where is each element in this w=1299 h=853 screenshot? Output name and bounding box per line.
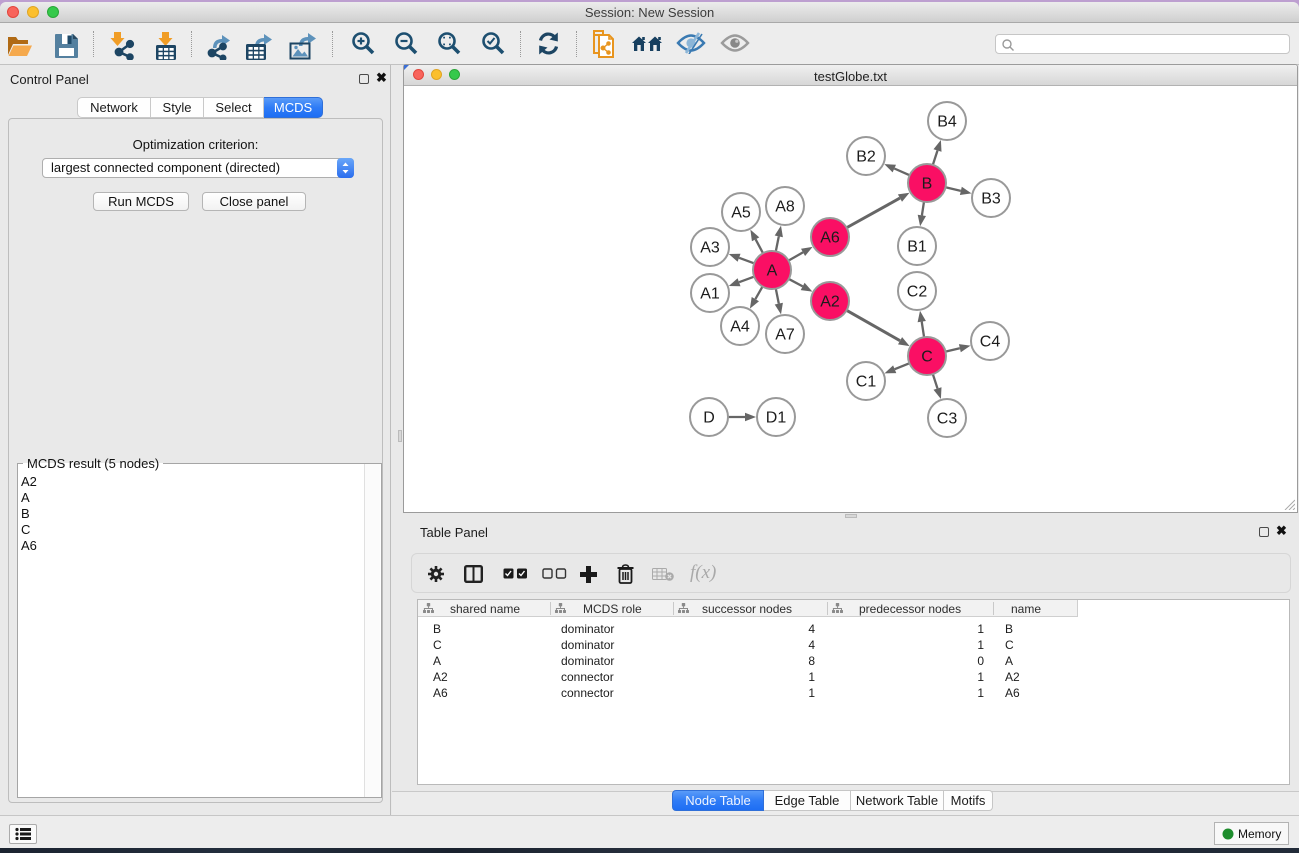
svg-text:B2: B2 [856, 149, 876, 166]
svg-text:B3: B3 [981, 191, 1001, 208]
svg-text:A8: A8 [775, 199, 795, 216]
svg-text:B1: B1 [907, 239, 927, 256]
svg-text:A: A [767, 263, 778, 280]
svg-text:C1: C1 [856, 374, 877, 391]
svg-text:A7: A7 [775, 327, 795, 344]
svg-text:A2: A2 [820, 294, 840, 311]
svg-text:D: D [703, 410, 715, 427]
svg-text:A5: A5 [731, 205, 751, 222]
svg-text:A4: A4 [730, 319, 750, 336]
svg-text:A6: A6 [820, 230, 840, 247]
svg-text:C2: C2 [907, 284, 928, 301]
svg-text:C4: C4 [980, 334, 1001, 351]
svg-text:B: B [922, 176, 933, 193]
svg-text:A1: A1 [700, 286, 720, 303]
svg-text:B4: B4 [937, 114, 957, 131]
svg-text:C3: C3 [937, 411, 958, 428]
svg-text:C: C [921, 349, 933, 366]
svg-text:A3: A3 [700, 240, 720, 257]
svg-text:D1: D1 [766, 410, 787, 427]
